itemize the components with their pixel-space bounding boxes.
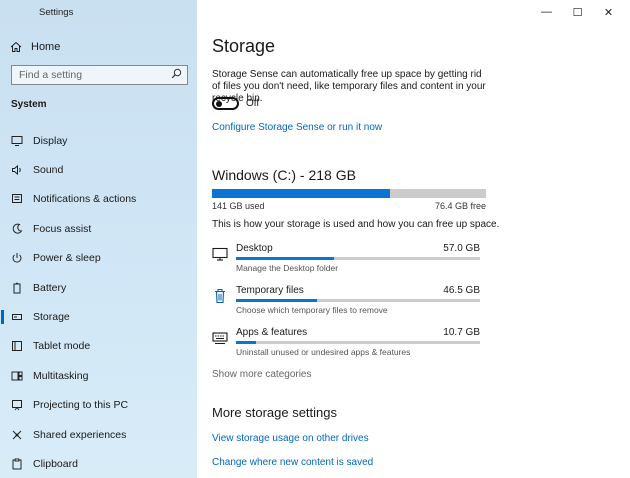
sidebar-item-power[interactable]: Power & sleep (0, 244, 197, 273)
trash-icon (212, 288, 228, 304)
sidebar-item-label: Notifications & actions (33, 193, 137, 206)
multitasking-icon (11, 370, 23, 382)
storage-icon (11, 311, 23, 323)
sidebar-item-label: Shared experiences (33, 428, 127, 441)
more-storage-settings-heading: More storage settings (212, 405, 338, 420)
shared-icon (11, 429, 23, 441)
sound-icon (11, 164, 23, 176)
category-size: 46.5 GB (443, 285, 480, 296)
home-icon (10, 41, 22, 53)
sidebar-item-label: Focus assist (33, 222, 92, 235)
home-nav-item[interactable]: Home (10, 38, 60, 56)
focus-assist-icon (11, 223, 23, 235)
drive-used-label: 141 GB used (212, 201, 265, 211)
minimize-button[interactable]: — (531, 3, 562, 21)
view-other-drives-link[interactable]: View storage usage on other drives (212, 433, 369, 444)
category-subtitle: Manage the Desktop folder (236, 263, 339, 273)
sidebar: Settings Home System Display Sound Notif… (0, 0, 197, 478)
search-box[interactable] (11, 65, 188, 85)
maximize-button[interactable]: ☐ (562, 3, 593, 21)
sidebar-item-battery[interactable]: Battery (0, 273, 197, 302)
battery-icon (11, 282, 23, 294)
category-name: Temporary files (236, 285, 304, 296)
drive-free-label: 76.4 GB free (434, 201, 486, 211)
tablet-icon (11, 340, 23, 352)
category-subtitle: Uninstall unused or undesired apps & fea… (236, 347, 411, 357)
clipboard-icon (11, 458, 23, 470)
search-input[interactable] (19, 69, 169, 81)
sidebar-item-projecting[interactable]: Projecting to this PC (0, 391, 197, 420)
projecting-icon (11, 399, 23, 411)
category-bar-fill (236, 299, 317, 302)
toggle-state-label: Off (246, 98, 260, 109)
home-label: Home (31, 41, 61, 53)
category-apps-features[interactable]: Apps & features 10.7 GB Uninstall unused… (212, 327, 480, 359)
close-button[interactable]: ✕ (593, 3, 624, 21)
drive-title: Windows (C:) - 218 GB (212, 167, 356, 183)
category-name: Desktop (236, 243, 273, 254)
sidebar-item-shared-experiences[interactable]: Shared experiences (0, 420, 197, 449)
nav-list: Display Sound Notifications & actions Fo… (0, 126, 197, 478)
sidebar-item-label: Clipboard (33, 457, 78, 470)
sidebar-item-label: Projecting to this PC (33, 399, 129, 412)
category-desktop[interactable]: Desktop 57.0 GB Manage the Desktop folde… (212, 243, 480, 275)
sidebar-item-display[interactable]: Display (0, 126, 197, 155)
drive-usage-fill (212, 189, 391, 198)
configure-storage-sense-link[interactable]: Configure Storage Sense or run it now (212, 122, 382, 133)
sidebar-item-label: Storage (33, 311, 70, 324)
category-bar (236, 341, 480, 344)
main-content: — ☐ ✕ Storage Storage Sense can automati… (197, 0, 630, 478)
sidebar-item-label: Sound (33, 164, 64, 177)
sidebar-item-label: Battery (33, 281, 67, 294)
category-name: Apps & features (236, 327, 308, 338)
power-icon (11, 252, 23, 264)
section-label: System (11, 99, 47, 110)
sidebar-item-label: Display (33, 134, 68, 147)
sidebar-item-tablet-mode[interactable]: Tablet mode (0, 332, 197, 361)
sidebar-item-sound[interactable]: Sound (0, 155, 197, 184)
page-title: Storage (212, 36, 276, 56)
sidebar-item-label: Multitasking (33, 369, 89, 382)
sidebar-item-focus-assist[interactable]: Focus assist (0, 214, 197, 243)
change-save-location-link[interactable]: Change where new content is saved (212, 457, 373, 468)
window-controls: — ☐ ✕ (531, 3, 624, 21)
show-more-categories-link[interactable]: Show more categories (212, 369, 312, 380)
sidebar-item-label: Tablet mode (33, 340, 91, 353)
category-bar-fill (236, 257, 334, 260)
search-icon[interactable] (171, 68, 182, 82)
category-temporary-files[interactable]: Temporary files 46.5 GB Choose which tem… (212, 285, 480, 317)
notifications-icon (11, 193, 23, 205)
sidebar-item-multitasking[interactable]: Multitasking (0, 361, 197, 390)
sidebar-item-clipboard[interactable]: Clipboard (0, 449, 197, 478)
storage-sense-toggle[interactable] (212, 97, 239, 110)
monitor-icon (212, 246, 228, 262)
app-title: Settings (39, 7, 74, 18)
sidebar-item-notifications[interactable]: Notifications & actions (0, 185, 197, 214)
display-icon (11, 135, 23, 147)
category-bar (236, 257, 480, 260)
sidebar-item-storage[interactable]: Storage (0, 302, 197, 331)
drive-usage-bar (212, 189, 486, 198)
category-subtitle: Choose which temporary files to remove (236, 305, 388, 315)
usage-description: This is how your storage is used and how… (212, 219, 500, 230)
category-bar-fill (236, 341, 256, 344)
category-bar (236, 299, 480, 302)
category-size: 57.0 GB (443, 243, 480, 254)
keyboard-icon (212, 330, 228, 346)
category-size: 10.7 GB (443, 327, 480, 338)
sidebar-item-label: Power & sleep (33, 252, 101, 265)
